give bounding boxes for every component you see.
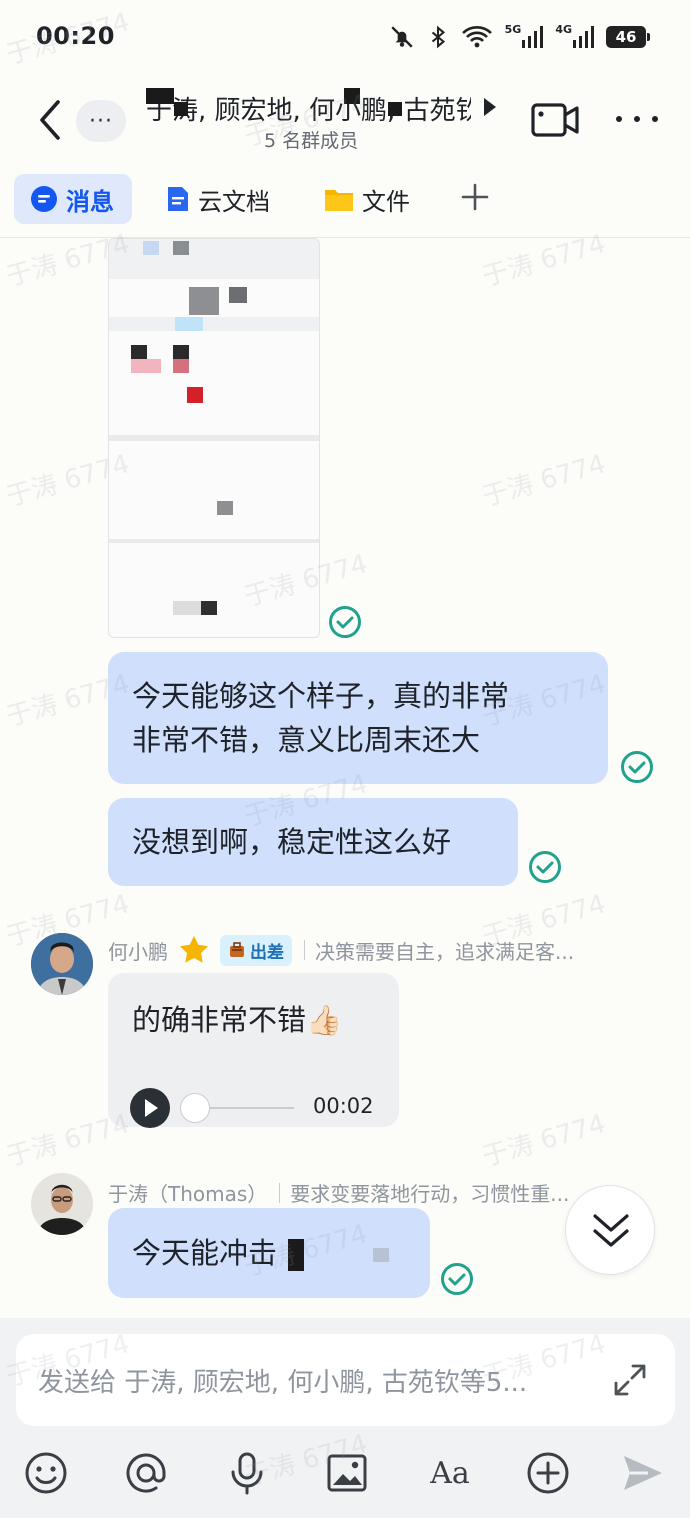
title-caret-icon — [484, 98, 496, 116]
read-check-icon — [621, 751, 653, 783]
text-message[interactable]: 没想到啊，稳定性这么好 — [108, 798, 518, 886]
tab-files-label: 文件 — [362, 187, 410, 216]
back-arrow-icon[interactable] — [34, 98, 66, 142]
mute-bell-icon — [391, 26, 413, 48]
folder-icon — [325, 190, 353, 211]
sender-info: 于涛（Thomas） 要求变要落地行动，习惯性重... — [108, 1178, 608, 1207]
emoji-button[interactable] — [23, 1450, 69, 1496]
image-icon — [327, 1454, 367, 1492]
add-more-button[interactable] — [525, 1450, 571, 1496]
voice-player: 00:02 — [130, 1088, 380, 1128]
scroll-to-bottom-button[interactable] — [565, 1185, 655, 1275]
double-chevron-down-icon — [593, 1214, 629, 1247]
mention-icon — [126, 1453, 166, 1493]
voice-transcript: 的确非常不错👍🏻 — [132, 1003, 343, 1037]
message-line: 没想到啊，稳定性这么好 — [132, 825, 452, 859]
signal-5g-icon — [522, 26, 544, 48]
status-icons: 5G 4G 46 — [389, 22, 650, 50]
chat-header: ··· 于涛, 顾宏地, 何小鹏, 古苑钦, ... 5 名群成员 — [0, 72, 690, 168]
wifi-icon — [461, 26, 492, 48]
group-title-button[interactable]: 于涛, 顾宏地, 何小鹏, 古苑钦, ... — [146, 88, 496, 128]
bluetooth-icon — [431, 25, 445, 49]
more-menu-button[interactable] — [616, 106, 658, 132]
message-input-placeholder: 发送给 于涛, 顾宏地, 何小鹏, 古苑钦等5... — [38, 1368, 528, 1398]
expand-icon[interactable] — [612, 1362, 648, 1398]
message-input[interactable]: 发送给 于涛, 顾宏地, 何小鹏, 古苑钦等5... — [16, 1334, 675, 1426]
status-badge-label: 出差 — [250, 942, 284, 963]
voice-duration: 00:02 — [313, 1094, 374, 1118]
tab-docs[interactable]: 云文档 — [166, 174, 270, 224]
microphone-icon — [231, 1452, 263, 1495]
image-button[interactable] — [324, 1450, 370, 1496]
message-line: 今天能冲击 — [132, 1236, 278, 1270]
more-chats-button[interactable]: ··· — [76, 100, 126, 142]
message-line: 今天能够这个样子，真的非常 — [132, 679, 510, 713]
message-composer: 发送给 于涛, 顾宏地, 何小鹏, 古苑钦等5... Aa — [0, 1318, 690, 1518]
sender-signature: 要求变要落地行动，习惯性重... — [290, 1182, 570, 1206]
status-time: 00:20 — [36, 22, 115, 50]
suitcase-icon — [230, 942, 244, 957]
tab-files[interactable]: 文件 — [324, 174, 410, 224]
tab-messages[interactable]: 消息 — [14, 174, 132, 224]
read-check-icon — [441, 1263, 473, 1295]
member-count: 5 名群成员 — [264, 130, 359, 152]
sender-name[interactable]: 于涛（Thomas） — [108, 1178, 267, 1207]
tab-docs-label: 云文档 — [198, 187, 270, 216]
chat-tabs: 消息 云文档 文件 — [0, 168, 690, 238]
star-icon — [180, 936, 208, 963]
chat-bubble-icon — [31, 186, 57, 212]
composer-toolbar: Aa — [0, 1442, 690, 1504]
avatar[interactable] — [31, 1173, 93, 1235]
message-list[interactable]: 今天能够这个样子，真的非常 非常不错，意义比周末还大 没想到啊，稳定性这么好 何… — [0, 238, 690, 1318]
voice-input-button[interactable] — [224, 1450, 270, 1496]
send-icon — [624, 1456, 662, 1490]
person-avatar-icon — [31, 933, 93, 995]
emoji-icon — [25, 1452, 67, 1494]
status-badge: 出差 — [220, 934, 292, 966]
voice-progress-knob[interactable] — [180, 1093, 210, 1123]
add-circle-icon — [527, 1452, 569, 1494]
video-call-icon[interactable] — [530, 100, 580, 140]
status-bar: 00:20 5G 4G 46 — [0, 0, 690, 72]
text-message[interactable]: 今天能够这个样子，真的非常 非常不错，意义比周末还大 — [108, 652, 608, 784]
sender-name[interactable]: 何小鹏 — [108, 936, 168, 965]
mention-button[interactable] — [123, 1450, 169, 1496]
document-icon — [168, 187, 188, 211]
sender-info: 何小鹏 出差 决策需要自主，追求满足客... — [108, 934, 638, 966]
text-format-button[interactable]: Aa — [424, 1450, 476, 1496]
sender-signature: 决策需要自主，追求满足客... — [315, 939, 575, 964]
message-line: 非常不错，意义比周末还大 — [132, 723, 481, 757]
read-check-icon — [529, 851, 561, 883]
add-tab-icon[interactable] — [460, 182, 490, 212]
person-avatar-icon — [31, 1173, 93, 1235]
avatar[interactable] — [31, 933, 93, 995]
group-title: 于涛, 顾宏地, 何小鹏, 古苑钦, ... — [146, 95, 471, 126]
tab-messages-label: 消息 — [66, 187, 114, 216]
send-button[interactable] — [620, 1450, 666, 1496]
read-check-icon — [329, 606, 361, 638]
play-icon[interactable] — [130, 1088, 170, 1128]
net-5g-label: 5G — [504, 22, 522, 36]
battery-icon: 46 — [606, 26, 650, 48]
net-4g-label: 4G — [555, 22, 572, 36]
text-message[interactable]: 今天能冲击 — [108, 1208, 430, 1298]
text-format-icon: Aa — [430, 1455, 470, 1491]
signal-4g-icon — [573, 26, 594, 48]
image-message[interactable] — [108, 238, 320, 638]
